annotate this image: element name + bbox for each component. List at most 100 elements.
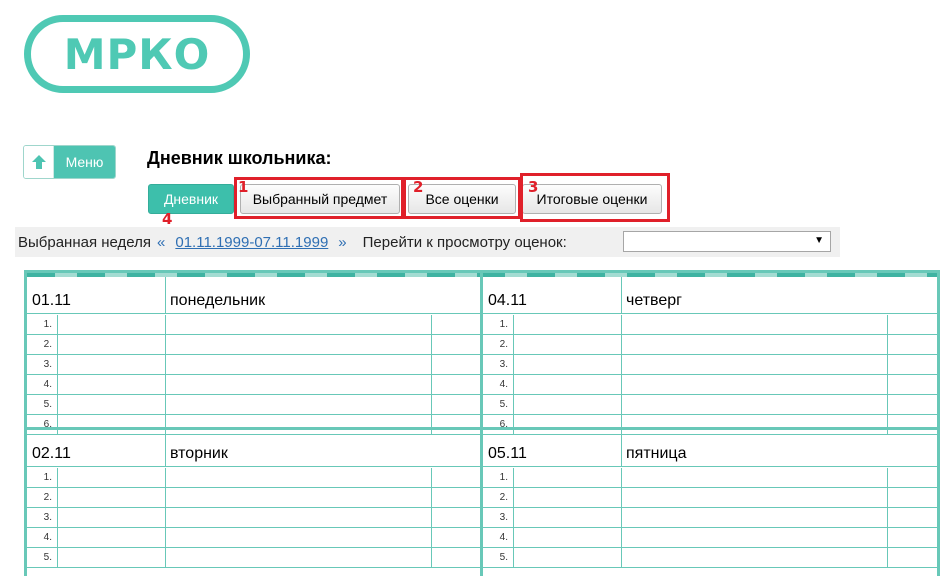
menu-label: Меню [54, 146, 115, 178]
cell-divider [513, 315, 514, 335]
cell-divider [57, 508, 58, 528]
cell-divider [165, 335, 166, 355]
selected-week-label: Выбранная неделя [18, 233, 152, 251]
lesson-number: 2. [43, 492, 52, 503]
cell-divider [165, 548, 166, 568]
lesson-row[interactable]: 5. [27, 395, 482, 415]
lesson-number: 2. [499, 492, 508, 503]
lesson-number: 5. [43, 552, 52, 563]
day-name: понедельник [170, 292, 266, 309]
lesson-row[interactable]: 2. [483, 488, 938, 508]
cell-divider [165, 395, 166, 415]
day-header: 02.11 вторник [27, 430, 482, 467]
lesson-row[interactable]: 2. [27, 335, 482, 355]
lesson-number: 2. [43, 339, 52, 350]
tab-final-grades[interactable]: Итоговые оценки [522, 184, 662, 214]
lesson-row[interactable]: 1. [27, 315, 482, 335]
dropdown-caret-icon: ▼ [814, 235, 824, 246]
lesson-number: 1. [43, 472, 52, 483]
cell-divider [165, 375, 166, 395]
cell-divider [57, 355, 58, 375]
day-header: 01.11 понедельник [27, 277, 482, 314]
cell-divider [513, 395, 514, 415]
cell-divider [513, 468, 514, 488]
lesson-number: 2. [499, 339, 508, 350]
cell-divider [165, 355, 166, 375]
tab-diary[interactable]: Дневник [148, 184, 234, 214]
cell-divider [887, 355, 888, 375]
mrko-logo: МРКО [24, 15, 250, 93]
cell-divider [621, 548, 622, 568]
cell-divider [887, 488, 888, 508]
cell-divider [887, 548, 888, 568]
lesson-number: 4. [499, 532, 508, 543]
day-date: 02.11 [32, 445, 71, 462]
cell-divider [621, 468, 622, 488]
cell-divider [513, 488, 514, 508]
cell-divider [165, 315, 166, 335]
lesson-row[interactable]: 2. [27, 488, 482, 508]
cell-divider [513, 375, 514, 395]
lesson-row[interactable]: 1. [27, 468, 482, 488]
day-name: пятница [626, 445, 687, 462]
prev-week-link[interactable]: « [157, 234, 165, 251]
lesson-row[interactable]: 2. [483, 335, 938, 355]
lesson-row[interactable]: 3. [483, 355, 938, 375]
lesson-number: 1. [499, 472, 508, 483]
cell-divider [431, 508, 432, 528]
day-column-divider [480, 273, 483, 576]
cell-divider [513, 355, 514, 375]
tab-all-grades[interactable]: Все оценки [408, 184, 516, 214]
lesson-row[interactable]: 4. [27, 528, 482, 548]
cell-divider [621, 375, 622, 395]
cell-divider [887, 315, 888, 335]
diary-grid: 01.11 понедельник 1. 2. 3. 4. 5. 6. 04.1… [24, 270, 940, 576]
cell-divider [513, 335, 514, 355]
lesson-row[interactable]: 1. [483, 315, 938, 335]
goto-grades-label: Перейти к просмотру оценок: [362, 233, 567, 251]
day-date: 01.11 [32, 292, 71, 309]
day-header-divider [621, 277, 622, 314]
cell-divider [431, 488, 432, 508]
cell-divider [513, 528, 514, 548]
lesson-number: 1. [499, 319, 508, 330]
lesson-row[interactable]: 3. [27, 355, 482, 375]
week-range-link[interactable]: 01.11.1999-07.11.1999 [175, 234, 328, 251]
cell-divider [57, 395, 58, 415]
tab-selected-subject[interactable]: Выбранный предмет [240, 184, 400, 214]
cell-divider [57, 375, 58, 395]
cell-divider [431, 395, 432, 415]
cell-divider [621, 508, 622, 528]
day-name: четверг [626, 292, 682, 309]
lesson-row[interactable]: 4. [483, 528, 938, 548]
lesson-number: 3. [43, 512, 52, 523]
logo-text: МРКО [63, 29, 211, 79]
lesson-number: 1. [43, 319, 52, 330]
cell-divider [165, 528, 166, 548]
lesson-row[interactable]: 5. [483, 548, 938, 568]
lesson-row[interactable]: 1. [483, 468, 938, 488]
lesson-row[interactable]: 4. [483, 375, 938, 395]
lesson-row[interactable]: 4. [27, 375, 482, 395]
cell-divider [431, 528, 432, 548]
lesson-number: 5. [43, 399, 52, 410]
lesson-number: 3. [499, 359, 508, 370]
week-bar: Выбранная неделя « 01.11.1999-07.11.1999… [15, 227, 840, 257]
lesson-number: 3. [43, 359, 52, 370]
next-week-link[interactable]: » [338, 234, 346, 251]
lesson-number: 3. [499, 512, 508, 523]
lesson-number: 4. [43, 379, 52, 390]
arrow-up-icon [24, 146, 54, 178]
day-header: 04.11 четверг [483, 277, 938, 314]
cell-divider [57, 488, 58, 508]
menu-button[interactable]: Меню [23, 145, 116, 179]
lesson-number: 4. [43, 532, 52, 543]
cell-divider [57, 548, 58, 568]
lesson-row[interactable]: 3. [483, 508, 938, 528]
lesson-row[interactable]: 5. [483, 395, 938, 415]
cell-divider [431, 355, 432, 375]
grades-view-select[interactable]: ▼ [623, 231, 831, 252]
cell-divider [887, 375, 888, 395]
lesson-row[interactable]: 3. [27, 508, 482, 528]
lesson-row[interactable]: 5. [27, 548, 482, 568]
